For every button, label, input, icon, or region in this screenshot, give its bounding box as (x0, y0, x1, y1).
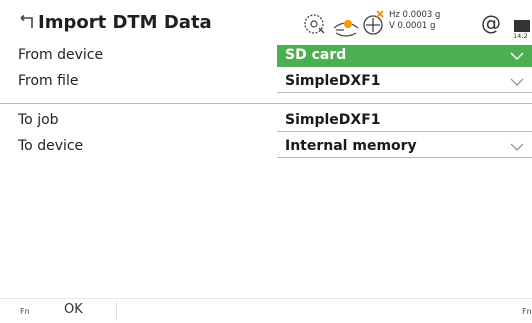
prism-icon[interactable] (330, 6, 362, 42)
from-file-label: From file (18, 73, 79, 89)
to-job-label: To job (18, 112, 59, 128)
globe-icon[interactable] (300, 6, 328, 42)
v-readout: V 0.0001 g (389, 21, 436, 31)
interface-icon[interactable]: @ (481, 11, 501, 35)
compensator-icon[interactable] (360, 6, 388, 42)
title-bar: Import DTM Data Hz 0.0003 g V 0.0001 g @… (0, 0, 532, 48)
to-device-value: Internal memory (285, 138, 417, 154)
page-title: Import DTM Data (38, 12, 212, 33)
row-from-file: From file SimpleDXF1 (0, 70, 532, 94)
row-to-device: To device Internal memory (0, 135, 532, 159)
softkey-separator (116, 301, 117, 321)
row-from-device: From device SD card (0, 44, 532, 68)
to-job-input[interactable]: SimpleDXF1 (277, 110, 532, 132)
from-device-value: SD card (285, 47, 347, 63)
softkey-bar: Fn OK Fn (0, 298, 532, 323)
row-to-job: To job SimpleDXF1 (0, 109, 532, 133)
back-icon[interactable] (18, 14, 36, 32)
angle-readout: Hz 0.0003 g V 0.0001 g (389, 10, 440, 32)
to-device-dropdown[interactable]: Internal memory (277, 136, 532, 158)
from-device-label: From device (18, 47, 104, 63)
fn-right-key[interactable]: Fn (522, 307, 532, 316)
section-divider (0, 103, 532, 104)
from-device-dropdown[interactable]: SD card (277, 45, 532, 67)
to-device-label: To device (18, 138, 84, 154)
from-file-dropdown[interactable]: SimpleDXF1 (277, 71, 532, 93)
chevron-down-icon (510, 52, 524, 60)
ok-button[interactable]: OK (64, 302, 83, 317)
chevron-down-icon (510, 78, 524, 86)
hz-readout: Hz 0.0003 g (389, 10, 441, 20)
from-file-value: SimpleDXF1 (285, 73, 381, 89)
to-job-value: SimpleDXF1 (285, 112, 381, 128)
time-label: 14:2 (513, 32, 528, 40)
chevron-down-icon (510, 143, 524, 151)
fn-left-key[interactable]: Fn (20, 307, 30, 316)
